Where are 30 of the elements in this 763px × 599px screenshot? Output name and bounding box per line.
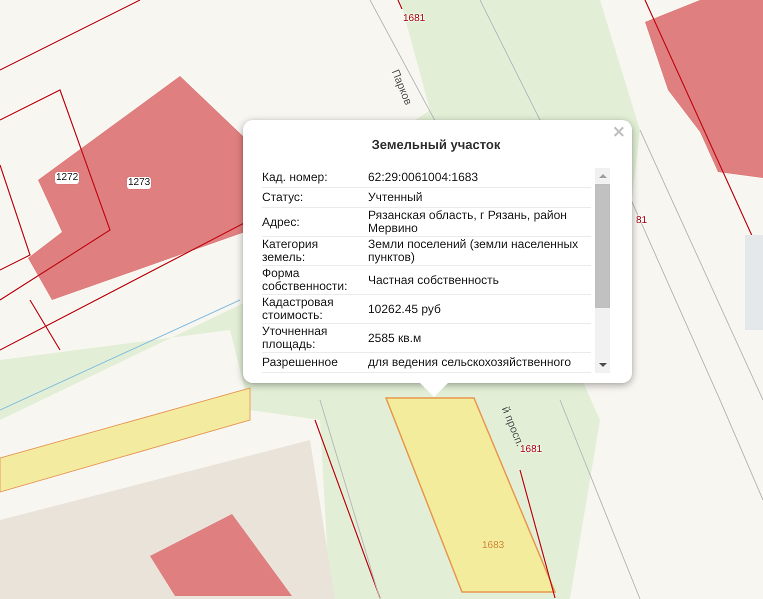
close-button[interactable]: ×: [612, 124, 626, 141]
field-label: Уточненная площадь:: [262, 325, 328, 351]
field-label: Разрешенное: [262, 356, 339, 369]
scrollbar[interactable]: [595, 168, 610, 373]
field-value: 10262.45 руб: [368, 302, 442, 316]
field-label: Адрес:: [262, 216, 301, 228]
scroll-up-icon[interactable]: [598, 173, 606, 179]
field-label: Форма собственности:: [262, 267, 348, 293]
parcel-number: 1273: [127, 177, 152, 189]
parcel-number: 1272: [55, 172, 80, 184]
field-label: Статус:: [262, 191, 304, 204]
field-value: Частная собственность: [368, 274, 500, 286]
field-value: Рязанская область, г Рязань, район Мервино: [368, 209, 568, 235]
field-value: 62:29:0061004:1683: [368, 171, 480, 184]
field-value: Учтенный: [368, 191, 424, 204]
field-value: Земли поселений (земли населенных пунктов): [368, 238, 580, 264]
parcel-number: 81: [636, 215, 648, 227]
street-label: Парков: [388, 68, 414, 107]
scroll-down-icon[interactable]: [598, 362, 606, 368]
parcel-number: 1683: [482, 540, 504, 552]
field-value: для ведения сельскохозяйственного: [368, 356, 572, 369]
field-label: Категория земель:: [262, 238, 320, 264]
popup-title: Земельный участок: [372, 137, 500, 152]
field-value: 2585 кв.м: [368, 332, 422, 344]
scroll-thumb[interactable]: [595, 184, 610, 308]
parcel-number: 1681: [403, 13, 426, 25]
popup-pointer: [419, 382, 449, 398]
parcel-number: 1681: [520, 444, 542, 456]
field-label: Кадастровая стоимость:: [262, 296, 335, 322]
field-label: Кад. номер:: [262, 171, 329, 184]
